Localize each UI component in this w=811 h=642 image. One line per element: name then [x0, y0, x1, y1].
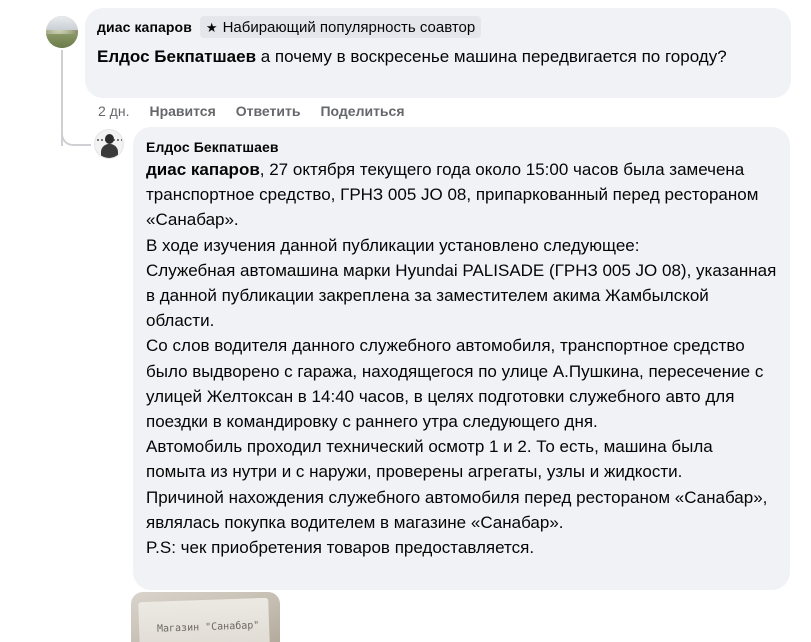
reply-text: диас капаров, 27 октября текущего года о…	[146, 157, 777, 560]
comment-timestamp[interactable]: 2 дн.	[98, 103, 129, 119]
comment-bubble: диас капаров ★ Набирающий популярность с…	[85, 8, 791, 98]
share-button[interactable]: Поделиться	[320, 103, 404, 119]
reply-mention-link[interactable]: диас капаров	[146, 160, 260, 179]
reply-body: , 27 октября текущего года около 15:00 ч…	[146, 160, 777, 558]
attached-photo[interactable]: Магазин "Санабар"	[131, 592, 280, 642]
comment-author[interactable]: диас капаров	[97, 19, 192, 35]
comment-text: Елдос Бекпатшаев а почему в воскресенье …	[97, 44, 777, 69]
badge-label: Набирающий популярность соавтор	[222, 18, 476, 36]
mention-link[interactable]: Елдос Бекпатшаев	[97, 47, 256, 66]
comment-actions: 2 дн. Нравится Ответить Поделиться	[98, 100, 405, 122]
replier-avatar[interactable]	[94, 129, 124, 159]
contributor-badge: ★ Набирающий популярность соавтор	[199, 16, 482, 38]
star-icon: ★	[205, 19, 218, 35]
reply-author[interactable]: Елдос Бекпатшаев	[146, 139, 777, 155]
like-button[interactable]: Нравится	[149, 103, 215, 119]
comment-body: а почему в воскресенье машина передвигае…	[256, 47, 727, 66]
reply-bubble: Елдос Бекпатшаев диас капаров, 27 октябр…	[133, 127, 790, 590]
commenter-avatar[interactable]	[46, 16, 78, 48]
thread-connector	[61, 118, 91, 146]
reply-button[interactable]: Ответить	[236, 103, 301, 119]
